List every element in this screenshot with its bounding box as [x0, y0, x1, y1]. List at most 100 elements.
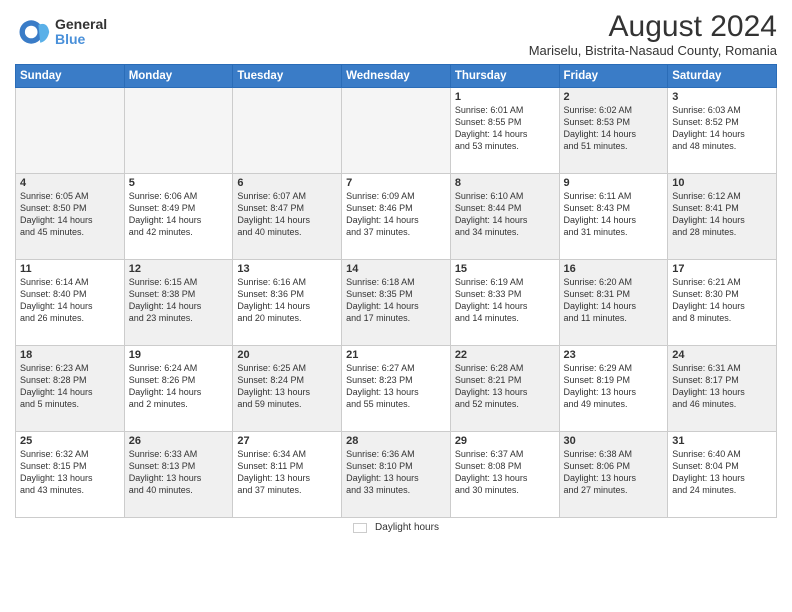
day-info: Sunrise: 6:07 AM Sunset: 8:47 PM Dayligh…	[237, 190, 337, 239]
day-number: 25	[20, 435, 120, 447]
calendar-cell: 20Sunrise: 6:25 AM Sunset: 8:24 PM Dayli…	[233, 346, 342, 432]
day-info: Sunrise: 6:19 AM Sunset: 8:33 PM Dayligh…	[455, 276, 555, 325]
day-number: 15	[455, 263, 555, 275]
calendar-week-2: 4Sunrise: 6:05 AM Sunset: 8:50 PM Daylig…	[16, 174, 777, 260]
calendar-cell: 18Sunrise: 6:23 AM Sunset: 8:28 PM Dayli…	[16, 346, 125, 432]
day-number: 17	[672, 263, 772, 275]
calendar-cell: 7Sunrise: 6:09 AM Sunset: 8:46 PM Daylig…	[342, 174, 451, 260]
calendar-cell: 17Sunrise: 6:21 AM Sunset: 8:30 PM Dayli…	[668, 260, 777, 346]
day-info: Sunrise: 6:28 AM Sunset: 8:21 PM Dayligh…	[455, 362, 555, 411]
day-number: 19	[129, 349, 229, 361]
day-number: 21	[346, 349, 446, 361]
day-info: Sunrise: 6:24 AM Sunset: 8:26 PM Dayligh…	[129, 362, 229, 411]
day-number: 6	[237, 177, 337, 189]
day-info: Sunrise: 6:34 AM Sunset: 8:11 PM Dayligh…	[237, 448, 337, 497]
day-info: Sunrise: 6:11 AM Sunset: 8:43 PM Dayligh…	[564, 190, 664, 239]
day-number: 8	[455, 177, 555, 189]
logo-text: General Blue	[55, 17, 107, 48]
day-number: 3	[672, 91, 772, 103]
day-info: Sunrise: 6:25 AM Sunset: 8:24 PM Dayligh…	[237, 362, 337, 411]
day-number: 7	[346, 177, 446, 189]
day-number: 12	[129, 263, 229, 275]
calendar-cell: 6Sunrise: 6:07 AM Sunset: 8:47 PM Daylig…	[233, 174, 342, 260]
day-info: Sunrise: 6:10 AM Sunset: 8:44 PM Dayligh…	[455, 190, 555, 239]
calendar-header-wednesday: Wednesday	[342, 65, 451, 88]
calendar-cell: 23Sunrise: 6:29 AM Sunset: 8:19 PM Dayli…	[559, 346, 668, 432]
calendar-week-4: 18Sunrise: 6:23 AM Sunset: 8:28 PM Dayli…	[16, 346, 777, 432]
calendar-table: SundayMondayTuesdayWednesdayThursdayFrid…	[15, 64, 777, 518]
day-info: Sunrise: 6:40 AM Sunset: 8:04 PM Dayligh…	[672, 448, 772, 497]
day-info: Sunrise: 6:27 AM Sunset: 8:23 PM Dayligh…	[346, 362, 446, 411]
calendar-cell: 3Sunrise: 6:03 AM Sunset: 8:52 PM Daylig…	[668, 88, 777, 174]
day-number: 1	[455, 91, 555, 103]
day-info: Sunrise: 6:14 AM Sunset: 8:40 PM Dayligh…	[20, 276, 120, 325]
calendar-cell: 28Sunrise: 6:36 AM Sunset: 8:10 PM Dayli…	[342, 432, 451, 518]
calendar-cell: 5Sunrise: 6:06 AM Sunset: 8:49 PM Daylig…	[124, 174, 233, 260]
calendar-cell: 9Sunrise: 6:11 AM Sunset: 8:43 PM Daylig…	[559, 174, 668, 260]
calendar-cell: 10Sunrise: 6:12 AM Sunset: 8:41 PM Dayli…	[668, 174, 777, 260]
day-number: 14	[346, 263, 446, 275]
day-number: 26	[129, 435, 229, 447]
calendar-cell: 13Sunrise: 6:16 AM Sunset: 8:36 PM Dayli…	[233, 260, 342, 346]
calendar-cell: 2Sunrise: 6:02 AM Sunset: 8:53 PM Daylig…	[559, 88, 668, 174]
day-number: 18	[20, 349, 120, 361]
calendar-header-sunday: Sunday	[16, 65, 125, 88]
day-info: Sunrise: 6:38 AM Sunset: 8:06 PM Dayligh…	[564, 448, 664, 497]
title-block: August 2024 Mariselu, Bistrita-Nasaud Co…	[529, 10, 777, 58]
legend-label: Daylight hours	[375, 522, 439, 533]
main-title: August 2024	[529, 10, 777, 43]
calendar-cell: 30Sunrise: 6:38 AM Sunset: 8:06 PM Dayli…	[559, 432, 668, 518]
day-number: 23	[564, 349, 664, 361]
subtitle: Mariselu, Bistrita-Nasaud County, Romani…	[529, 43, 777, 58]
header: General Blue August 2024 Mariselu, Bistr…	[15, 10, 777, 58]
day-number: 16	[564, 263, 664, 275]
day-info: Sunrise: 6:06 AM Sunset: 8:49 PM Dayligh…	[129, 190, 229, 239]
logo: General Blue	[15, 14, 107, 50]
calendar-cell: 8Sunrise: 6:10 AM Sunset: 8:44 PM Daylig…	[450, 174, 559, 260]
calendar-cell: 29Sunrise: 6:37 AM Sunset: 8:08 PM Dayli…	[450, 432, 559, 518]
day-number: 28	[346, 435, 446, 447]
calendar-header-row: SundayMondayTuesdayWednesdayThursdayFrid…	[16, 65, 777, 88]
footer: Daylight hours	[15, 522, 777, 533]
calendar-header-friday: Friday	[559, 65, 668, 88]
day-info: Sunrise: 6:01 AM Sunset: 8:55 PM Dayligh…	[455, 104, 555, 153]
day-info: Sunrise: 6:02 AM Sunset: 8:53 PM Dayligh…	[564, 104, 664, 153]
calendar-cell: 25Sunrise: 6:32 AM Sunset: 8:15 PM Dayli…	[16, 432, 125, 518]
logo-general: General	[55, 17, 107, 32]
day-number: 22	[455, 349, 555, 361]
day-info: Sunrise: 6:23 AM Sunset: 8:28 PM Dayligh…	[20, 362, 120, 411]
day-number: 11	[20, 263, 120, 275]
calendar-cell	[124, 88, 233, 174]
day-number: 20	[237, 349, 337, 361]
calendar-cell: 24Sunrise: 6:31 AM Sunset: 8:17 PM Dayli…	[668, 346, 777, 432]
day-info: Sunrise: 6:32 AM Sunset: 8:15 PM Dayligh…	[20, 448, 120, 497]
calendar-cell	[16, 88, 125, 174]
calendar-cell: 4Sunrise: 6:05 AM Sunset: 8:50 PM Daylig…	[16, 174, 125, 260]
legend-box	[353, 523, 367, 533]
calendar-cell: 22Sunrise: 6:28 AM Sunset: 8:21 PM Dayli…	[450, 346, 559, 432]
day-number: 31	[672, 435, 772, 447]
day-info: Sunrise: 6:37 AM Sunset: 8:08 PM Dayligh…	[455, 448, 555, 497]
day-info: Sunrise: 6:33 AM Sunset: 8:13 PM Dayligh…	[129, 448, 229, 497]
day-number: 13	[237, 263, 337, 275]
calendar-cell	[233, 88, 342, 174]
day-info: Sunrise: 6:15 AM Sunset: 8:38 PM Dayligh…	[129, 276, 229, 325]
day-number: 27	[237, 435, 337, 447]
calendar-cell: 21Sunrise: 6:27 AM Sunset: 8:23 PM Dayli…	[342, 346, 451, 432]
calendar-week-1: 1Sunrise: 6:01 AM Sunset: 8:55 PM Daylig…	[16, 88, 777, 174]
day-number: 2	[564, 91, 664, 103]
calendar-header-tuesday: Tuesday	[233, 65, 342, 88]
day-number: 10	[672, 177, 772, 189]
calendar-cell: 12Sunrise: 6:15 AM Sunset: 8:38 PM Dayli…	[124, 260, 233, 346]
day-number: 9	[564, 177, 664, 189]
day-info: Sunrise: 6:21 AM Sunset: 8:30 PM Dayligh…	[672, 276, 772, 325]
day-info: Sunrise: 6:18 AM Sunset: 8:35 PM Dayligh…	[346, 276, 446, 325]
day-number: 5	[129, 177, 229, 189]
calendar-cell: 1Sunrise: 6:01 AM Sunset: 8:55 PM Daylig…	[450, 88, 559, 174]
day-info: Sunrise: 6:36 AM Sunset: 8:10 PM Dayligh…	[346, 448, 446, 497]
day-number: 24	[672, 349, 772, 361]
calendar-cell: 31Sunrise: 6:40 AM Sunset: 8:04 PM Dayli…	[668, 432, 777, 518]
day-info: Sunrise: 6:09 AM Sunset: 8:46 PM Dayligh…	[346, 190, 446, 239]
day-info: Sunrise: 6:31 AM Sunset: 8:17 PM Dayligh…	[672, 362, 772, 411]
day-info: Sunrise: 6:29 AM Sunset: 8:19 PM Dayligh…	[564, 362, 664, 411]
